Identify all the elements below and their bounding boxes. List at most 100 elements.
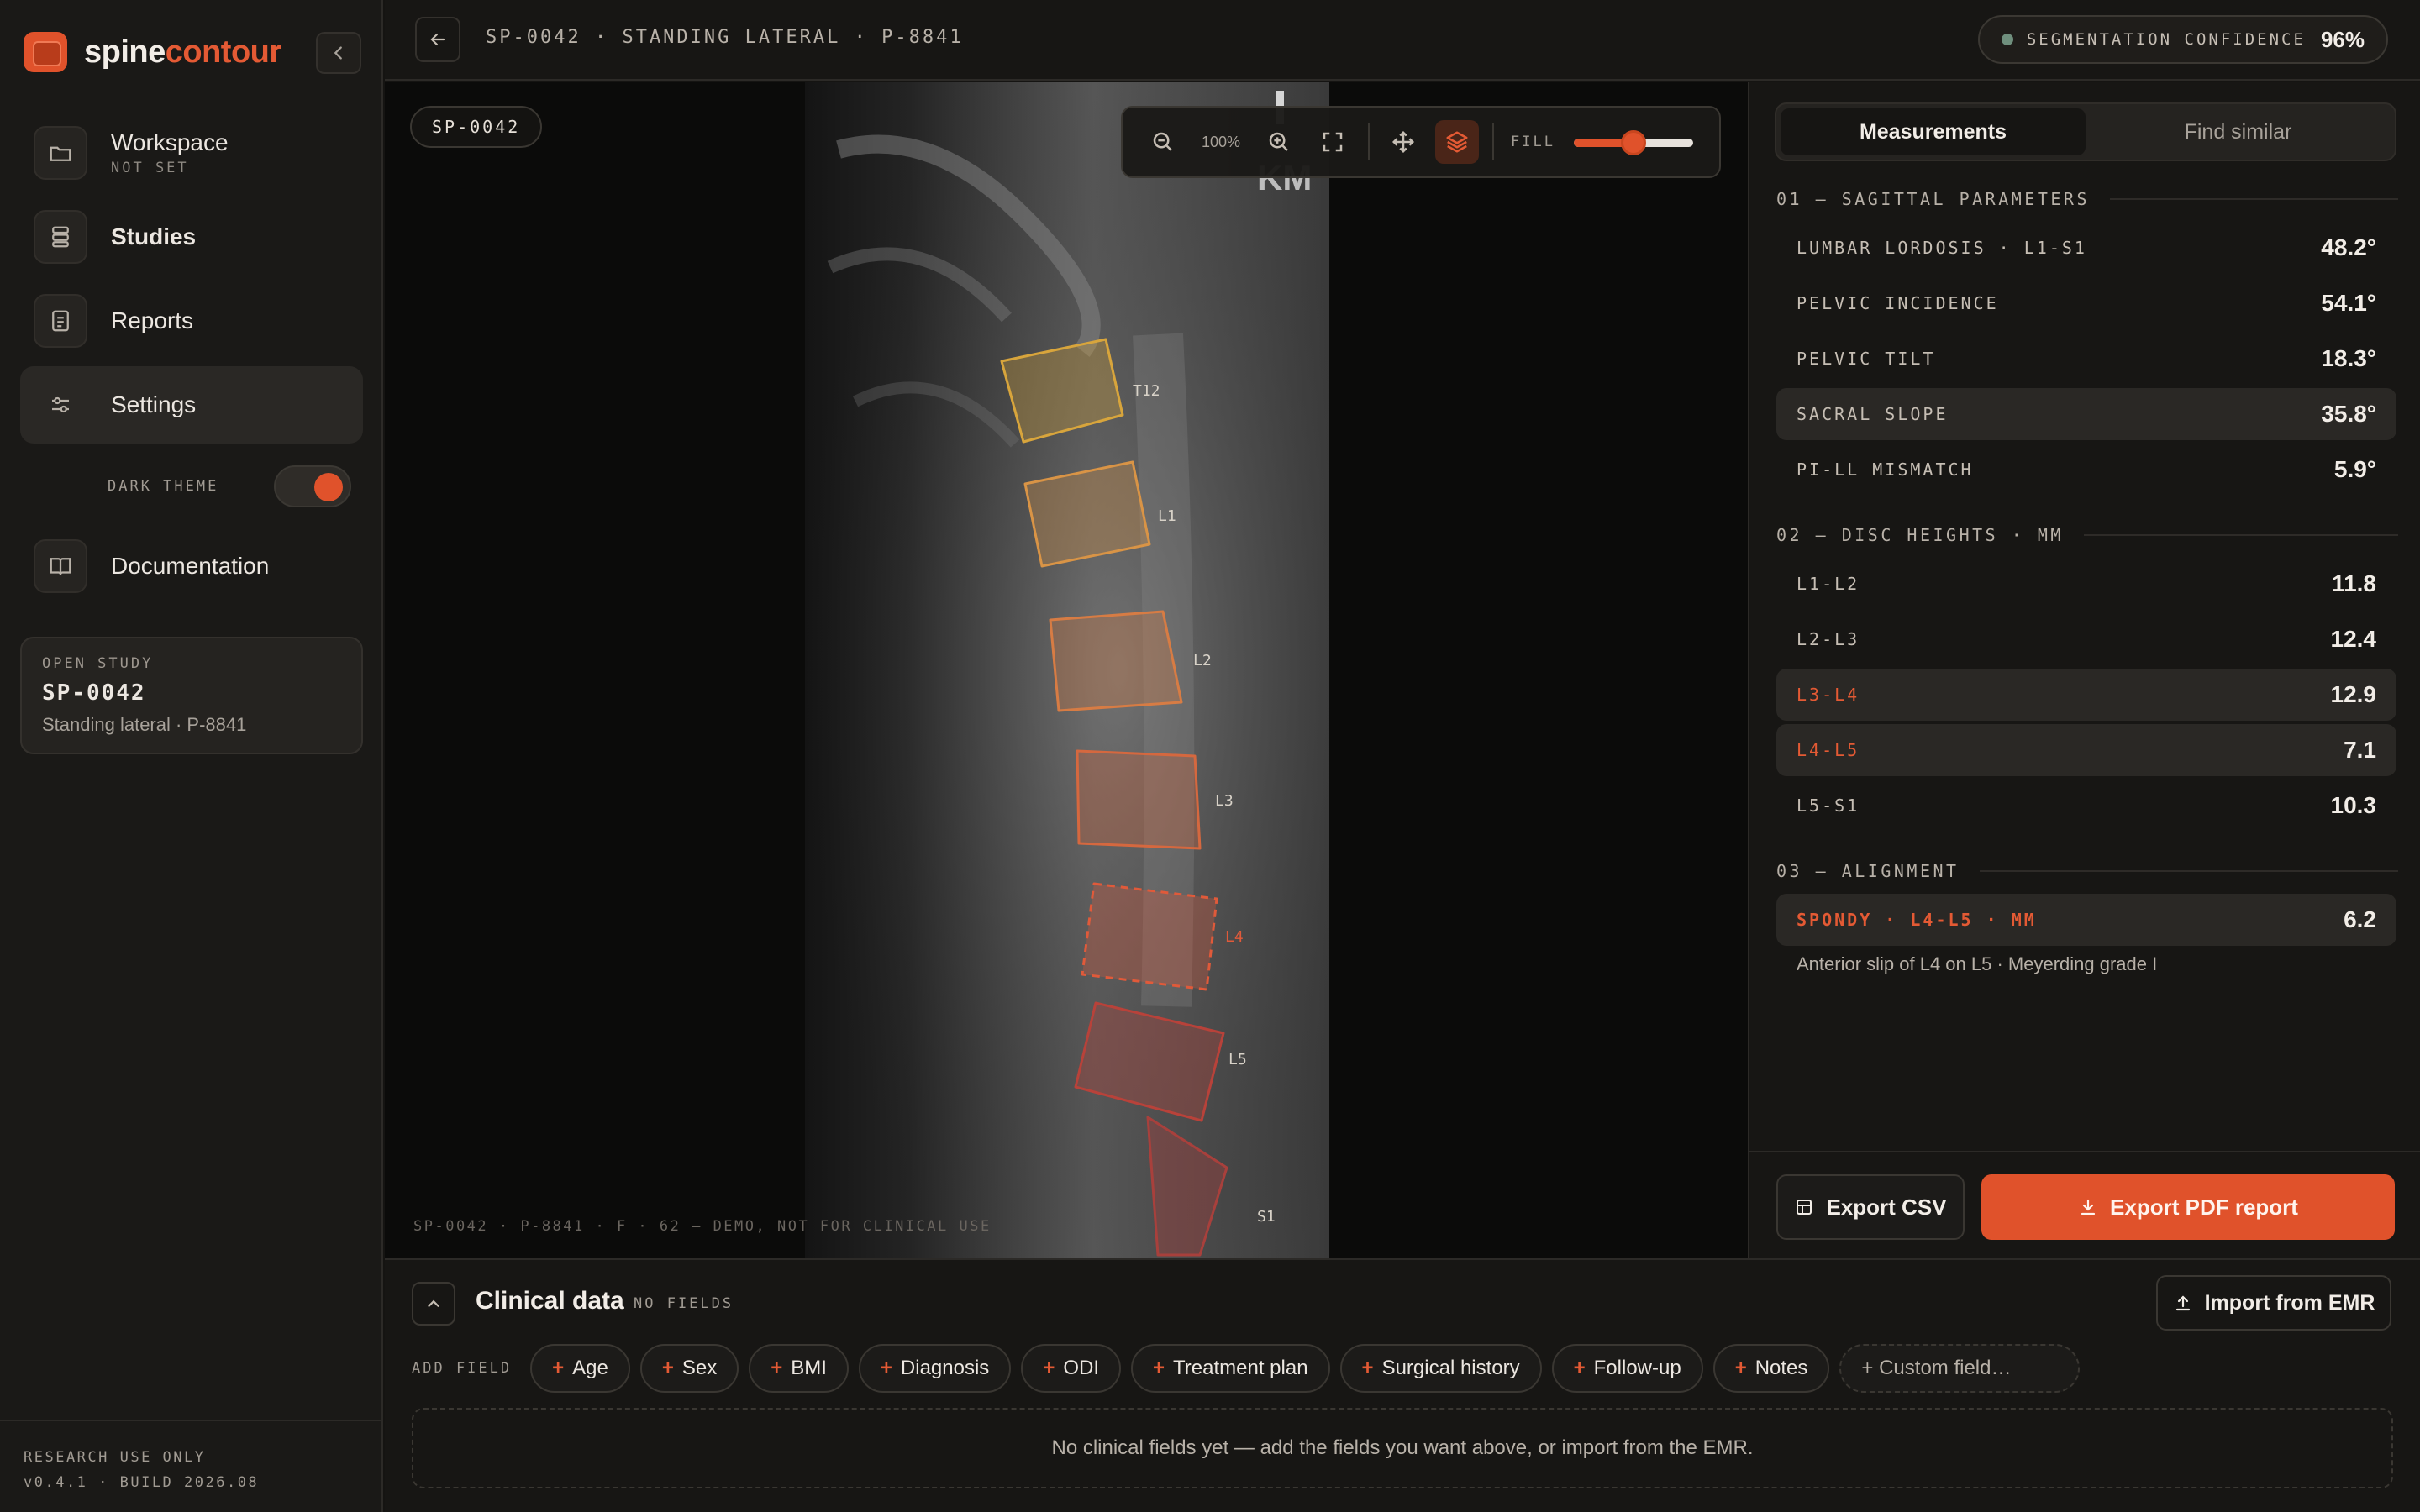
segmentation-confidence-badge: SEGMENTATION CONFIDENCE 96% bbox=[1977, 15, 2388, 64]
vertebra-label-l1: L1 bbox=[1158, 507, 1176, 525]
section-heading-discs: 02 — DISC HEIGHTS · MM bbox=[1776, 522, 2398, 548]
sidebar-item-label: Reports bbox=[111, 307, 194, 333]
brand-name: spinecontour bbox=[84, 34, 281, 71]
add-field-chip-follow-up[interactable]: + Follow-up bbox=[1551, 1344, 1703, 1393]
collapse-sidebar-button[interactable] bbox=[316, 32, 361, 74]
sidebar-item-label: Workspace bbox=[111, 129, 229, 155]
confidence-value: 96% bbox=[2320, 26, 2365, 52]
vertebra-label-l5: L5 bbox=[1228, 1051, 1247, 1068]
measurement-row[interactable]: L4-L5 7.1 bbox=[1776, 724, 2396, 776]
confidence-label: SEGMENTATION CONFIDENCE bbox=[2026, 30, 2306, 49]
sidebar-item-workspace[interactable]: Workspace NOT SET bbox=[20, 114, 363, 192]
sidebar: spinecontour Workspace NOT SET Studies R… bbox=[0, 0, 383, 1512]
clinical-fields-status: NO FIELDS bbox=[634, 1295, 734, 1312]
study-id-chip: SP-0042 bbox=[410, 106, 543, 148]
breadcrumb: SP-0042 · STANDING LATERAL · P-8841 bbox=[486, 27, 964, 48]
custom-field-input[interactable]: + Custom field… bbox=[1839, 1344, 2081, 1393]
move-icon bbox=[1392, 130, 1415, 154]
brand-name-part1: spine bbox=[84, 34, 166, 70]
sliders-icon bbox=[52, 396, 69, 413]
brand-name-part2: contour bbox=[165, 34, 281, 70]
plus-icon: + bbox=[1734, 1357, 1747, 1379]
vertebra-label-l4: L4 bbox=[1225, 928, 1244, 946]
measurement-row[interactable]: PI-LL MISMATCH 5.9° bbox=[1776, 444, 2396, 496]
vertebra-label-t12: T12 bbox=[1133, 382, 1160, 400]
slider-handle[interactable] bbox=[1620, 130, 1646, 155]
plus-icon: + bbox=[1361, 1357, 1374, 1379]
xray-image[interactable]: KM T12 L1 L2 L3 L4 L5 S1 bbox=[805, 82, 1329, 1258]
zoom-in-button[interactable] bbox=[1257, 120, 1301, 164]
import-emr-button[interactable]: Import from EMR bbox=[2156, 1275, 2391, 1331]
open-study-kicker: OPEN STUDY bbox=[42, 655, 154, 672]
research-use-notice: RESEARCH USE ONLY bbox=[24, 1449, 206, 1466]
add-field-chip-notes[interactable]: + Notes bbox=[1712, 1344, 1830, 1393]
back-button[interactable] bbox=[415, 17, 460, 62]
brand[interactable]: spinecontour bbox=[24, 32, 281, 72]
add-field-chip-diagnosis[interactable]: + Diagnosis bbox=[858, 1344, 1012, 1393]
measurement-row[interactable]: LUMBAR LORDOSIS · L1-S1 48.2° bbox=[1776, 222, 2396, 274]
layers-toggle-button[interactable] bbox=[1435, 120, 1479, 164]
clinical-data-panel: Clinical data NO FIELDS Import from EMR … bbox=[385, 1258, 2420, 1512]
plus-icon: + bbox=[880, 1357, 892, 1379]
add-field-chip-surgical-history[interactable]: + Surgical history bbox=[1339, 1344, 1542, 1393]
sidebar-item-label: Settings bbox=[111, 391, 197, 417]
folder-icon bbox=[50, 146, 71, 161]
add-field-chip-bmi[interactable]: + BMI bbox=[749, 1344, 849, 1393]
dark-theme-toggle[interactable] bbox=[274, 465, 351, 507]
brand-logo-icon bbox=[24, 32, 67, 72]
upload-icon bbox=[2175, 1295, 2190, 1311]
xray-viewer[interactable]: KM T12 L1 L2 L3 L4 L5 S1 SP-0042 bbox=[385, 82, 1748, 1258]
sidebar-item-documentation[interactable]: Documentation bbox=[20, 528, 363, 605]
alignment-note: Anterior slip of L4 on L5 · Meyerding gr… bbox=[1797, 953, 2158, 974]
download-icon bbox=[2081, 1199, 2096, 1215]
add-field-chip-odi[interactable]: + ODI bbox=[1021, 1344, 1121, 1393]
chevron-left-icon bbox=[334, 46, 342, 60]
measurement-row[interactable]: L2-L3 12.4 bbox=[1776, 613, 2396, 665]
measurement-row[interactable]: L1-L2 11.8 bbox=[1776, 558, 2396, 610]
measurement-row[interactable]: SACRAL SLOPE 35.8° bbox=[1776, 388, 2396, 440]
zoom-out-button[interactable] bbox=[1141, 120, 1185, 164]
plus-icon: + bbox=[661, 1357, 674, 1379]
add-field-row: ADD FIELD + Age + Sex + BMI + Diagnosis + ODI… bbox=[412, 1344, 2090, 1393]
export-pdf-button[interactable]: Export PDF report bbox=[1981, 1174, 2395, 1240]
measurement-row[interactable]: L3-L4 12.9 bbox=[1776, 669, 2396, 721]
zoom-in-icon bbox=[1269, 132, 1288, 151]
sidebar-item-label: Studies bbox=[111, 223, 197, 249]
add-field-chip-age[interactable]: + Age bbox=[530, 1344, 630, 1393]
spondylolisthesis-row[interactable]: SPONDY · L4-L5 · MM 6.2 bbox=[1776, 894, 2396, 946]
add-field-label: ADD FIELD bbox=[412, 1360, 513, 1377]
sidebar-item-studies[interactable]: Studies bbox=[20, 198, 363, 276]
section-heading-alignment: 03 — ALIGNMENT bbox=[1776, 858, 2398, 884]
measurements-panel: Measurements Find similar 01 — SAGITTAL … bbox=[1748, 82, 2420, 1258]
export-bar: Export CSV Export PDF report bbox=[1749, 1151, 2420, 1258]
layers-icon bbox=[1446, 131, 1468, 153]
viewer-toolbar: 100% FILL bbox=[1121, 106, 1721, 178]
tab-find-similar[interactable]: Find similar bbox=[2086, 108, 2391, 155]
add-field-chip-sex[interactable]: + Sex bbox=[639, 1344, 739, 1393]
fill-opacity-slider[interactable] bbox=[1573, 127, 1693, 157]
fit-screen-button[interactable] bbox=[1311, 120, 1355, 164]
build-version: v0.4.1 · BUILD 2026.08 bbox=[24, 1474, 260, 1491]
toolbar-divider bbox=[1492, 123, 1494, 160]
clinical-data-title: Clinical data bbox=[476, 1287, 624, 1315]
collapse-clinical-button[interactable] bbox=[412, 1282, 455, 1326]
open-study-description: Standing lateral · P-8841 bbox=[42, 714, 247, 735]
plus-icon: + bbox=[552, 1357, 565, 1379]
measurement-row[interactable]: PELVIC INCIDENCE 54.1° bbox=[1776, 277, 2396, 329]
measurement-row[interactable]: PELVIC TILT 18.3° bbox=[1776, 333, 2396, 385]
chevron-up-icon bbox=[428, 1299, 439, 1307]
open-study-card[interactable]: OPEN STUDY SP-0042 Standing lateral · P-… bbox=[20, 637, 363, 754]
arrow-left-icon bbox=[430, 33, 445, 46]
add-field-chip-treatment-plan[interactable]: + Treatment plan bbox=[1131, 1344, 1330, 1393]
dark-theme-label: DARK THEME bbox=[108, 478, 219, 495]
clinical-empty-state: No clinical fields yet — add the fields … bbox=[412, 1408, 2393, 1488]
plus-icon: + bbox=[771, 1357, 783, 1379]
tab-measurements[interactable]: Measurements bbox=[1781, 108, 2086, 155]
zoom-level: 100% bbox=[1201, 133, 1241, 150]
measurement-row[interactable]: L5-S1 10.3 bbox=[1776, 780, 2396, 832]
sidebar-item-settings[interactable]: Settings bbox=[20, 366, 363, 444]
export-csv-button[interactable]: Export CSV bbox=[1776, 1174, 1965, 1240]
sidebar-item-reports[interactable]: Reports bbox=[20, 282, 363, 360]
zoom-out-icon bbox=[1153, 132, 1172, 151]
pan-tool-button[interactable] bbox=[1381, 120, 1425, 164]
